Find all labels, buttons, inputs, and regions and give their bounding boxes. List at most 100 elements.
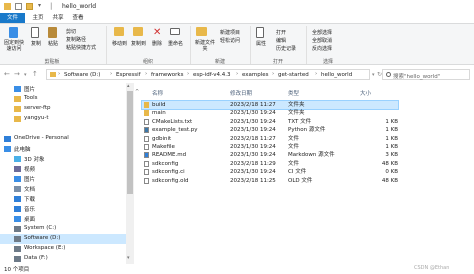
column-header-type[interactable]: 类型	[288, 89, 299, 97]
back-arrow-icon[interactable]: ←	[4, 70, 10, 78]
select-none-button[interactable]: 全部取消	[312, 37, 332, 44]
sidebar-item-label: 音乐	[24, 207, 36, 213]
sidebar-item[interactable]: 图片	[0, 174, 126, 184]
sidebar-item[interactable]: 下载	[0, 194, 126, 204]
tab-share[interactable]: 共享	[50, 13, 66, 23]
file-name: sdkconfig.old	[152, 177, 189, 184]
properties-button[interactable]: 属性	[256, 40, 266, 47]
column-header-size[interactable]: 大小	[360, 89, 371, 97]
move-to-button[interactable]: 移动到	[112, 40, 127, 47]
copy-path-button[interactable]: 复制路径	[66, 36, 86, 43]
breadcrumb-separator: ›	[236, 71, 239, 77]
file-row[interactable]: main 2023/1/30 19:24 文件夹	[142, 109, 398, 117]
sidebar-item[interactable]: Software (D:)	[0, 234, 126, 244]
group-label-new: 新建	[214, 59, 225, 65]
column-header-date[interactable]: 修改日期	[230, 89, 252, 97]
sidebar-item[interactable]: Tools	[0, 94, 126, 104]
paste-button[interactable]: 粘贴	[48, 40, 58, 47]
file-icon	[144, 177, 149, 184]
file-name: README.md	[152, 152, 187, 159]
sidebar-item[interactable]: 音乐	[0, 204, 126, 214]
paste-shortcut-button[interactable]: 粘贴快捷方式	[66, 44, 96, 51]
new-folder-icon[interactable]	[26, 3, 33, 10]
scrollbar-thumb[interactable]	[127, 91, 133, 194]
desktop-icon	[14, 216, 21, 222]
delete-button[interactable]: 删除	[152, 40, 162, 47]
drive-icon	[14, 256, 21, 262]
up-arrow-icon[interactable]: ↑	[32, 70, 38, 78]
file-row[interactable]: README.md 2023/1/30 19:24 Markdown 源文件 3 KB	[142, 151, 398, 159]
breadcrumb-item[interactable]: Software (D:)	[64, 72, 100, 78]
videos-icon	[14, 166, 21, 172]
file-row[interactable]: gdbinit 2023/2/18 11:27 文件 1 KB	[142, 135, 398, 143]
sidebar-item[interactable]: 3D 对象	[0, 154, 126, 164]
breadcrumb-item[interactable]: get-started	[278, 72, 309, 78]
file-icon	[144, 160, 149, 167]
ribbon-divider	[190, 26, 191, 64]
rename-button[interactable]: 重命名	[168, 40, 183, 47]
properties-icon[interactable]	[15, 3, 22, 10]
breadcrumb-item[interactable]: esp-idf-v4.4.3	[193, 72, 230, 78]
file-row[interactable]: sdkconfig 2023/2/18 11:29 文件 48 KB	[142, 160, 398, 168]
sidebar-item-label: 文档	[24, 187, 36, 193]
new-item-button[interactable]: 新建项目	[220, 29, 240, 36]
file-date: 2023/1/30 19:24	[230, 110, 276, 117]
file-row[interactable]: sdkconfig.old 2023/2/18 11:25 OLD 文件 48 KB	[142, 177, 398, 185]
select-all-button[interactable]: 全部选择	[312, 29, 332, 36]
search-box[interactable]: 搜索"hello_world"	[382, 69, 470, 80]
file-size: 3 KB	[385, 152, 398, 159]
sidebar-item[interactable]: ›OneDrive - Personal	[0, 134, 126, 144]
file-row[interactable]: Makefile 2023/1/30 19:24 文件 1 KB	[142, 143, 398, 151]
breadcrumb-item[interactable]: hello_world	[321, 72, 352, 78]
column-header-name[interactable]: 名称	[152, 89, 163, 97]
sidebar-scrollbar[interactable]: ▴ ▾	[126, 83, 134, 264]
folder-icon	[14, 106, 21, 112]
sidebar-item[interactable]: 视频	[0, 164, 126, 174]
file-list: ^ 名称 修改日期 类型 大小 build 2023/2/18 11:27 文件夹 m…	[134, 83, 474, 264]
item-count: 10 个项目	[4, 267, 30, 273]
drive-icon	[14, 226, 21, 232]
delete-icon: ✕	[153, 27, 162, 38]
sidebar-item[interactable]: System (C:)	[0, 224, 126, 234]
pin-quick-access-button[interactable]: 固定到快速访问	[3, 40, 25, 52]
search-placeholder: 搜索"hello_world"	[393, 74, 441, 80]
address-bar[interactable]: › Software (D:) › Espressif › frameworks…	[46, 69, 370, 80]
tab-view[interactable]: 查看	[70, 13, 86, 23]
sidebar-item[interactable]: 桌面	[0, 214, 126, 224]
sidebar-item[interactable]: Workspace (E:)	[0, 244, 126, 254]
sidebar-item[interactable]: server-ftp	[0, 104, 126, 114]
scroll-down-icon[interactable]: ▾	[127, 255, 130, 261]
open-button[interactable]: 打开	[276, 29, 286, 36]
customize-toolbar-icon[interactable]: ▾	[38, 2, 41, 9]
breadcrumb-item[interactable]: Espressif	[116, 72, 141, 78]
breadcrumb-item[interactable]: frameworks	[151, 72, 183, 78]
file-row[interactable]: CMakeLists.txt 2023/1/30 19:24 TXT 文件 1 KB	[142, 118, 398, 126]
file-row[interactable]: sdkconfig.ci 2023/1/30 19:24 CI 文件 0 KB	[142, 168, 398, 176]
file-explorer-window: ▾ | hello_world 文件 主页 共享 查看 固定到快速访问 复制 粘…	[0, 0, 474, 274]
sidebar-item[interactable]: Data (F:)	[0, 254, 126, 264]
copy-button[interactable]: 复制	[31, 40, 41, 47]
invert-selection-button[interactable]: 反向选择	[312, 45, 332, 52]
scroll-up-icon[interactable]: ▴	[127, 83, 130, 89]
history-button[interactable]: 历史记录	[276, 45, 296, 52]
recent-locations-icon[interactable]: ▾	[24, 72, 27, 78]
file-row[interactable]: build 2023/2/18 11:27 文件夹	[141, 100, 399, 110]
sidebar-item[interactable]: ›此电脑	[0, 144, 126, 154]
sidebar-item-label: 视频	[24, 167, 36, 173]
sidebar-item[interactable]: 图片	[0, 84, 126, 94]
file-name: sdkconfig.ci	[152, 169, 185, 176]
cut-button[interactable]: 剪切	[66, 28, 76, 35]
edit-button[interactable]: 编辑	[276, 37, 286, 44]
forward-arrow-icon[interactable]: →	[14, 70, 20, 78]
sidebar-item[interactable]: yangyu-t	[0, 114, 126, 124]
copy-to-button[interactable]: 复制到	[131, 40, 146, 47]
tab-home[interactable]: 主页	[30, 13, 46, 23]
tab-file[interactable]: 文件	[0, 13, 25, 23]
file-row[interactable]: example_test.py 2023/1/30 19:24 Python 源文件…	[142, 126, 398, 134]
sidebar-item[interactable]: 文档	[0, 184, 126, 194]
easy-access-button[interactable]: 轻松访问	[220, 37, 240, 44]
address-dropdown-icon[interactable]: ▾	[372, 72, 375, 78]
new-folder-button[interactable]: 新建文件夹	[194, 40, 216, 52]
breadcrumb-item[interactable]: examples	[242, 72, 269, 78]
file-icon	[144, 169, 149, 176]
